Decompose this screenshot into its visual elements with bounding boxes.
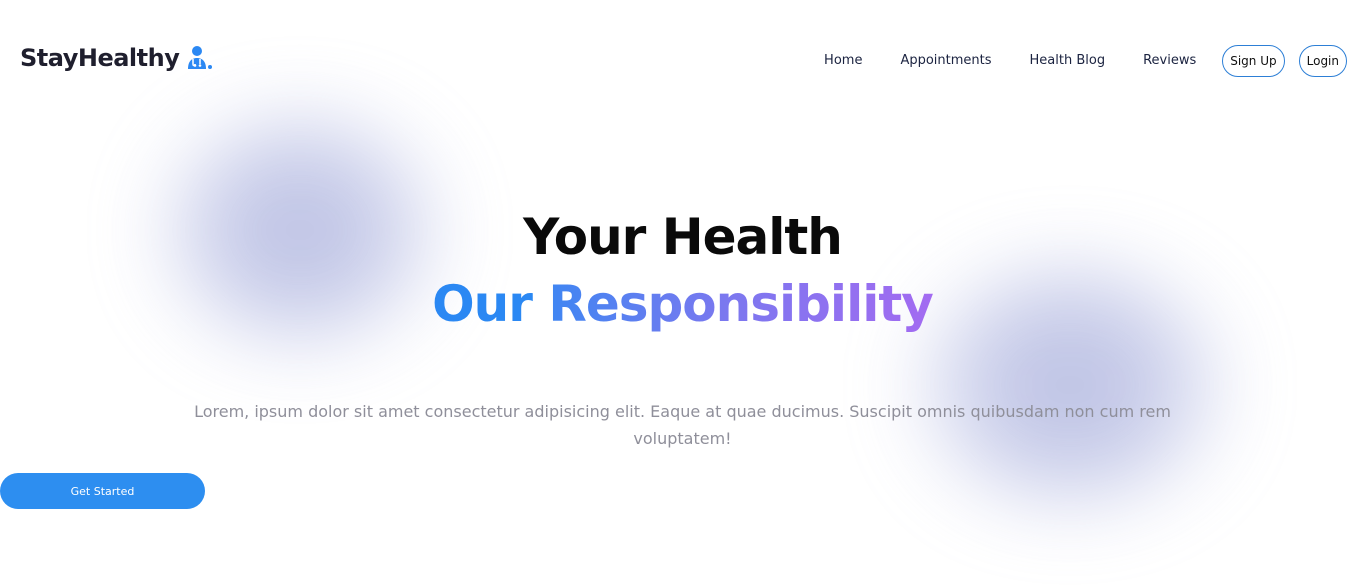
sign-up-button[interactable]: Sign Up [1222, 45, 1285, 77]
nav-link-reviews[interactable]: Reviews [1143, 44, 1196, 78]
hero-subtitle-part2: Responsibility [548, 275, 934, 333]
nav-link-home[interactable]: Home [824, 44, 862, 78]
doctor-stethoscope-icon [185, 44, 213, 72]
brand-logo[interactable]: StayHealthy [20, 44, 213, 72]
get-started-button[interactable]: Get Started [0, 473, 205, 509]
login-button[interactable]: Login [1298, 45, 1347, 77]
nav-link-appointments[interactable]: Appointments [900, 44, 991, 78]
hero-description: Lorem, ipsum dolor sit amet consectetur … [194, 402, 1171, 448]
brand-name: StayHealthy [20, 44, 180, 72]
main-nav: Home Appointments Health Blog Reviews Si… [824, 44, 1347, 78]
hero-subtitle-part1: Our [432, 275, 533, 333]
page: StayHealthy Home Appointments Health Blo… [0, 0, 1365, 588]
hero-subtitle: Our Responsibility [0, 272, 1365, 336]
nav-link-health-blog[interactable]: Health Blog [1030, 44, 1106, 78]
hero-title: Your Health [523, 208, 843, 266]
